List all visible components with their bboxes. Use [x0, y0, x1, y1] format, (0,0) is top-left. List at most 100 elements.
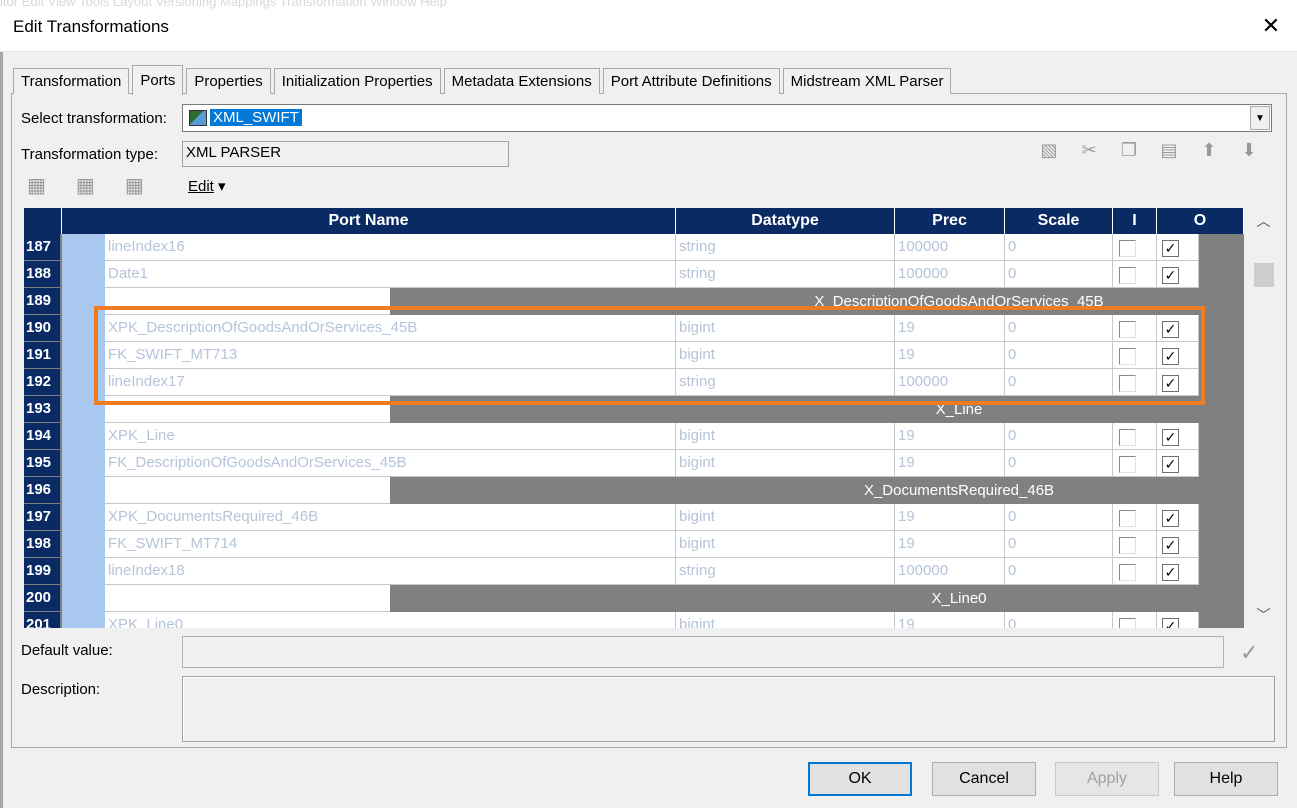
port-name-cell[interactable]: lineIndex18	[105, 558, 676, 585]
close-icon[interactable]: ✕	[1245, 0, 1297, 52]
row-selector[interactable]	[62, 558, 105, 585]
input-checkbox[interactable]	[1119, 267, 1136, 284]
scroll-down-icon[interactable]: ﹀	[1250, 602, 1277, 628]
tab-metadata-extensions[interactable]: Metadata Extensions	[443, 68, 600, 94]
edit-menu-button[interactable]: Edit ▾	[188, 177, 226, 195]
scale-cell[interactable]: 0	[1005, 342, 1113, 369]
input-checkbox[interactable]	[1119, 429, 1136, 446]
datatype-cell[interactable]: string	[676, 234, 895, 261]
scale-cell[interactable]: 0	[1005, 450, 1113, 477]
output-checkbox[interactable]: ✓	[1162, 240, 1179, 257]
port-name-cell[interactable]: XPK_Line	[105, 423, 676, 450]
table-row[interactable]: 191 FK_SWIFT_MT713 bigint 19 0 ✓	[24, 342, 1244, 369]
row-selector[interactable]	[62, 261, 105, 288]
datatype-cell[interactable]: bigint	[676, 531, 895, 558]
port-name-cell[interactable]: XPK_DescriptionOfGoodsAndOrServices_45B	[105, 315, 676, 342]
tab-initialization-properties[interactable]: Initialization Properties	[273, 68, 441, 94]
datatype-cell[interactable]: bigint	[676, 504, 895, 531]
row-number[interactable]: 190	[24, 315, 60, 341]
row-number[interactable]: 188	[24, 261, 60, 287]
input-checkbox[interactable]	[1119, 618, 1136, 628]
column-header-port-name[interactable]: Port Name	[62, 208, 676, 234]
group-row[interactable]: 189 X_DescriptionOfGoodsAndOrServices_45B	[24, 288, 1244, 315]
scroll-up-icon[interactable]: ︿	[1250, 208, 1277, 234]
grid-scrollbar[interactable]: ︿ ﹀	[1250, 208, 1277, 628]
input-checkbox[interactable]	[1119, 240, 1136, 257]
ports-grid[interactable]: Port Name Datatype Prec Scale I O 187 lin…	[24, 208, 1244, 628]
input-checkbox[interactable]	[1119, 321, 1136, 338]
output-checkbox[interactable]: ✓	[1162, 348, 1179, 365]
row-selector[interactable]	[62, 450, 105, 477]
row-selector[interactable]	[62, 234, 105, 261]
table-row[interactable]: 195 FK_DescriptionOfGoodsAndOrServices_45…	[24, 450, 1244, 477]
tab-port-attribute-definitions[interactable]: Port Attribute Definitions	[602, 68, 780, 94]
datatype-cell[interactable]: string	[676, 369, 895, 396]
help-button[interactable]: Help	[1174, 762, 1278, 796]
prec-cell[interactable]: 19	[895, 450, 1005, 477]
group-row[interactable]: 193 X_Line	[24, 396, 1244, 423]
validate-checkmark-icon[interactable]: ✓	[1240, 640, 1258, 666]
datatype-cell[interactable]: bigint	[676, 450, 895, 477]
port-name-cell[interactable]: FK_SWIFT_MT713	[105, 342, 676, 369]
prec-cell[interactable]: 19	[895, 423, 1005, 450]
delete-port-icon[interactable]: ▦	[125, 173, 144, 198]
output-checkbox[interactable]: ✓	[1162, 537, 1179, 554]
prec-cell[interactable]: 100000	[895, 369, 1005, 396]
paste-icon[interactable]: ▤	[1158, 140, 1180, 161]
table-row[interactable]: 198 FK_SWIFT_MT714 bigint 19 0 ✓	[24, 531, 1244, 558]
row-selector[interactable]	[62, 423, 105, 450]
table-row[interactable]: 201 XPK_Line0 bigint 19 0 ✓	[24, 612, 1244, 628]
prec-cell[interactable]: 100000	[895, 261, 1005, 288]
input-checkbox[interactable]	[1119, 375, 1136, 392]
input-checkbox[interactable]	[1119, 510, 1136, 527]
datatype-cell[interactable]: bigint	[676, 315, 895, 342]
column-header-prec[interactable]: Prec	[895, 208, 1005, 234]
select-transformation-combo[interactable]: XML_SWIFT ▼	[182, 104, 1272, 132]
scale-cell[interactable]: 0	[1005, 261, 1113, 288]
row-selector[interactable]	[62, 315, 105, 342]
port-name-cell[interactable]: Date1	[105, 261, 676, 288]
move-up-icon[interactable]: ⬆	[1198, 140, 1220, 161]
input-checkbox[interactable]	[1119, 564, 1136, 581]
row-number[interactable]: 191	[24, 342, 60, 368]
input-checkbox[interactable]	[1119, 537, 1136, 554]
port-name-cell[interactable]: FK_SWIFT_MT714	[105, 531, 676, 558]
row-number[interactable]: 201	[24, 612, 60, 628]
select-transformation-value[interactable]: XML_SWIFT	[210, 109, 302, 126]
table-row[interactable]: 192 lineIndex17 string 100000 0 ✓	[24, 369, 1244, 396]
prec-cell[interactable]: 19	[895, 531, 1005, 558]
port-name-cell[interactable]: lineIndex16	[105, 234, 676, 261]
port-name-cell[interactable]: XPK_Line0	[105, 612, 676, 628]
port-name-cell[interactable]: XPK_DocumentsRequired_46B	[105, 504, 676, 531]
row-number[interactable]: 194	[24, 423, 60, 449]
prec-cell[interactable]: 19	[895, 504, 1005, 531]
row-selector[interactable]	[62, 531, 105, 558]
table-row[interactable]: 199 lineIndex18 string 100000 0 ✓	[24, 558, 1244, 585]
cut-icon[interactable]: ✂	[1078, 140, 1100, 161]
output-checkbox[interactable]: ✓	[1162, 375, 1179, 392]
scale-cell[interactable]: 0	[1005, 504, 1113, 531]
scale-cell[interactable]: 0	[1005, 369, 1113, 396]
row-number[interactable]: 197	[24, 504, 60, 530]
port-name-cell[interactable]: FK_DescriptionOfGoodsAndOrServices_45B	[105, 450, 676, 477]
scale-cell[interactable]: 0	[1005, 234, 1113, 261]
table-row[interactable]: 187 lineIndex16 string 100000 0 ✓	[24, 234, 1244, 261]
row-number[interactable]: 199	[24, 558, 60, 584]
prec-cell[interactable]: 19	[895, 315, 1005, 342]
table-row[interactable]: 194 XPK_Line bigint 19 0 ✓	[24, 423, 1244, 450]
datatype-cell[interactable]: bigint	[676, 342, 895, 369]
datatype-cell[interactable]: bigint	[676, 612, 895, 628]
apply-button[interactable]: Apply	[1055, 762, 1159, 796]
prec-cell[interactable]: 100000	[895, 234, 1005, 261]
port-name-cell[interactable]: lineIndex17	[105, 369, 676, 396]
output-checkbox[interactable]: ✓	[1162, 429, 1179, 446]
scale-cell[interactable]: 0	[1005, 531, 1113, 558]
column-header-o[interactable]: O	[1157, 208, 1244, 234]
chevron-down-icon[interactable]: ▼	[1250, 106, 1270, 130]
output-checkbox[interactable]: ✓	[1162, 267, 1179, 284]
group-row[interactable]: 200 X_Line0	[24, 585, 1244, 612]
description-field[interactable]	[182, 676, 1275, 742]
output-checkbox[interactable]: ✓	[1162, 564, 1179, 581]
tab-ports[interactable]: Ports	[132, 65, 184, 95]
insert-port-icon[interactable]: ▦	[76, 173, 95, 198]
